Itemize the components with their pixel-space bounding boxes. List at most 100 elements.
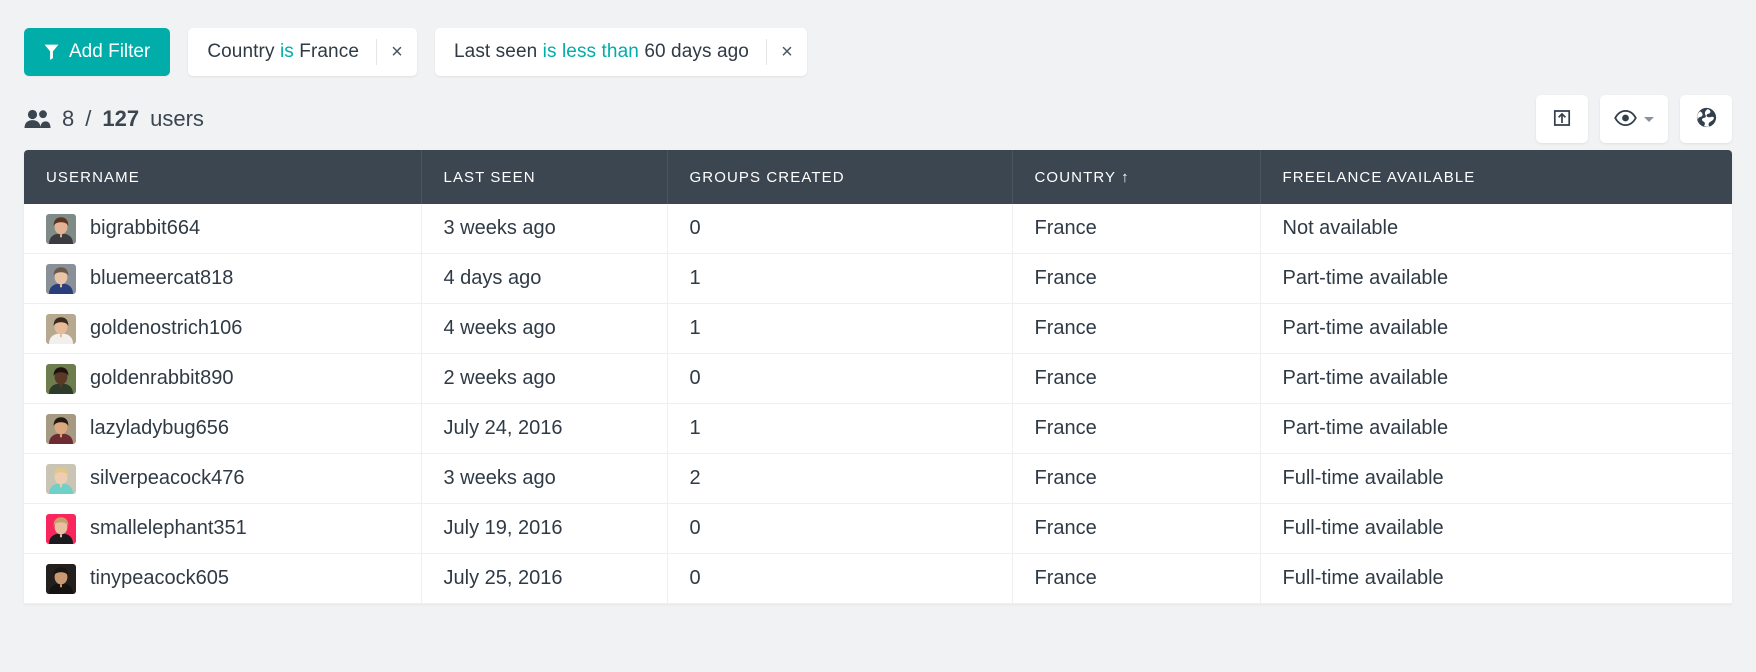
column-header-freelance-available-label: FREELANCE AVAILABLE (1282, 168, 1476, 186)
cell-last-seen: 4 days ago (421, 253, 668, 304)
freelance-available-label: Full-time available (1282, 517, 1444, 539)
avatar (46, 513, 76, 544)
cell-username: smallelephant351 (24, 503, 422, 554)
filter-chip-last-seen-text: Last seen is less than 60 days ago (454, 41, 749, 63)
last-seen-label: 3 weeks ago (443, 467, 556, 489)
cell-freelance-available: Not available (1260, 204, 1732, 254)
groups-created-label: 1 (689, 267, 701, 289)
freelance-available-label: Part-time available (1282, 367, 1449, 389)
cell-country: France (1012, 553, 1261, 604)
filter-bar: Add Filter Country is France × Last seen… (0, 0, 1756, 78)
cell-country: France (1012, 453, 1261, 504)
country-label: France (1034, 317, 1097, 339)
cell-freelance-available: Part-time available (1260, 253, 1732, 304)
cell-freelance-available: Part-time available (1260, 403, 1732, 454)
cell-country: France (1012, 403, 1261, 454)
column-header-last-seen[interactable]: LAST SEEN (421, 150, 668, 204)
avatar (46, 363, 76, 394)
username-label: smallelephant351 (90, 517, 247, 539)
cell-groups-created: 0 (667, 204, 1013, 254)
cell-freelance-available: Full-time available (1260, 453, 1732, 504)
username-label: lazyladybug656 (90, 417, 229, 439)
cell-last-seen: July 19, 2016 (421, 503, 668, 554)
last-seen-label: 4 weeks ago (443, 317, 556, 339)
country-label: France (1034, 567, 1097, 589)
filter-chip-country-value: France (299, 41, 359, 62)
avatar (46, 563, 76, 594)
username-label: tinypeacock605 (90, 567, 229, 589)
table-header: USERNAME LAST SEEN GROUPS CREATED COUNTR… (24, 150, 1732, 204)
table-row[interactable]: goldenrabbit890 2 weeks ago 0 France Part-ti… (24, 353, 1732, 404)
username-label: silverpeacock476 (90, 467, 245, 489)
filter-chip-last-seen-field: Last seen (453, 41, 538, 62)
avatar (46, 413, 76, 444)
export-button[interactable] (1536, 95, 1588, 143)
cell-username: goldenostrich106 (24, 303, 422, 354)
visibility-button[interactable] (1600, 95, 1668, 143)
table-row[interactable]: smallelephant351 July 19, 2016 0 France Full… (24, 503, 1732, 554)
last-seen-label: July 19, 2016 (443, 517, 563, 539)
freelance-available-label: Full-time available (1282, 567, 1444, 589)
sort-ascending-icon: ↑ (1121, 168, 1130, 186)
globe-icon (1696, 107, 1717, 131)
table-row[interactable]: goldenostrich106 4 weeks ago 1 France Part-t… (24, 303, 1732, 354)
country-label: France (1034, 217, 1097, 239)
cell-groups-created: 1 (667, 253, 1013, 304)
table-row[interactable]: bluemeercat818 4 days ago 1 France Part-time… (24, 253, 1732, 304)
cell-last-seen: 3 weeks ago (421, 204, 668, 254)
username-label: bigrabbit664 (90, 217, 201, 239)
cell-freelance-available: Full-time available (1260, 503, 1732, 554)
globe-button[interactable] (1680, 95, 1732, 143)
cell-country: France (1012, 503, 1261, 554)
avatar (46, 263, 76, 294)
filter-chip-last-seen[interactable]: Last seen is less than 60 days ago × (434, 28, 807, 76)
freelance-available-label: Part-time available (1282, 417, 1449, 439)
table-row[interactable]: lazyladybug656 July 24, 2016 1 France Part-t… (24, 403, 1732, 454)
add-filter-button[interactable]: Add Filter (24, 28, 171, 76)
column-header-groups-created[interactable]: GROUPS CREATED (667, 150, 1013, 204)
shown-count: 8 (62, 106, 75, 131)
cell-freelance-available: Full-time available (1260, 553, 1732, 604)
freelance-available-label: Part-time available (1282, 267, 1449, 289)
filter-chip-country-close-icon[interactable]: × (377, 28, 417, 76)
add-filter-label: Add Filter (69, 41, 151, 62)
avatar (46, 463, 76, 494)
filter-chip-last-seen-value: 60 days ago (644, 41, 749, 62)
table-row[interactable]: bigrabbit664 3 weeks ago 0 France Not availa… (24, 204, 1732, 254)
count-separator: / (85, 106, 92, 131)
column-header-country[interactable]: COUNTRY ↑ (1012, 150, 1261, 204)
cell-country: France (1012, 303, 1261, 354)
cell-last-seen: 2 weeks ago (421, 353, 668, 404)
total-count: 127 (102, 106, 140, 131)
export-box-arrow-up-icon (1552, 108, 1572, 131)
avatar (46, 313, 76, 344)
username-label: bluemeercat818 (90, 267, 234, 289)
cell-username: bigrabbit664 (24, 204, 422, 254)
groups-created-label: 1 (689, 417, 701, 439)
filter-chip-last-seen-close-icon[interactable]: × (767, 28, 807, 76)
table-body: bigrabbit664 3 weeks ago 0 France Not availa… (24, 204, 1732, 604)
cell-username: goldenrabbit890 (24, 353, 422, 404)
username-label: goldenrabbit890 (90, 367, 234, 389)
users-label: users (150, 106, 204, 131)
username-label: goldenostrich106 (90, 317, 243, 339)
groups-created-label: 0 (689, 517, 701, 539)
cell-username: bluemeercat818 (24, 253, 422, 304)
column-header-username[interactable]: USERNAME (24, 150, 422, 204)
cell-groups-created: 1 (667, 303, 1013, 354)
country-label: France (1034, 517, 1097, 539)
chevron-down-icon (1644, 116, 1654, 122)
column-header-country-label: COUNTRY (1034, 168, 1117, 186)
column-header-last-seen-label: LAST SEEN (443, 168, 536, 186)
filter-chip-country[interactable]: Country is France × (188, 28, 417, 76)
filter-chip-last-seen-operator: is less than (542, 41, 639, 62)
country-label: France (1034, 267, 1097, 289)
column-header-username-label: USERNAME (46, 168, 140, 186)
last-seen-label: July 25, 2016 (443, 567, 563, 589)
table-row[interactable]: tinypeacock605 July 25, 2016 0 France Full-t… (24, 553, 1732, 604)
user-count: 8 / 127 users (24, 106, 204, 132)
cell-freelance-available: Part-time available (1260, 303, 1732, 354)
column-header-freelance-available[interactable]: FREELANCE AVAILABLE (1260, 150, 1732, 204)
cell-last-seen: July 25, 2016 (421, 553, 668, 604)
table-row[interactable]: silverpeacock476 3 weeks ago 2 France Full-t… (24, 453, 1732, 504)
